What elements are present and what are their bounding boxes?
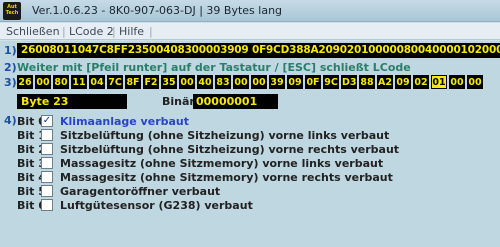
menu-item-lcode2[interactable]: LCode 2 [69, 25, 114, 38]
byte-cell[interactable]: 80 [53, 75, 69, 89]
byte-cell[interactable]: 35 [161, 75, 177, 89]
menu-item-schliessen[interactable]: Schließen [6, 25, 60, 38]
byte-cell[interactable]: 01 [431, 75, 447, 89]
binary-value: 00000001 [193, 94, 278, 109]
byte-cell[interactable]: 26 [17, 75, 33, 89]
title-bar: Aut Tech Ver.1.0.6.23 - 8K0-907-063-DJ |… [0, 0, 500, 22]
byte-cell[interactable]: 88 [359, 75, 375, 89]
bit-description: Massagesitz (ohne Sitzmemory) vorne link… [60, 157, 384, 170]
lcode-panel: 1) 26008011047C8FF23500408300003909 0F9C… [0, 41, 500, 247]
byte-cell[interactable]: D3 [341, 75, 357, 89]
step-number-3: 3) [4, 76, 17, 89]
byte-cell[interactable]: 7C [107, 75, 123, 89]
byte-cell[interactable]: 09 [395, 75, 411, 89]
coding-string-field[interactable]: 26008011047C8FF23500408300003909 0F9CD38… [17, 43, 500, 58]
byte-cell[interactable]: 9C [323, 75, 339, 89]
byte-cell[interactable]: 39 [269, 75, 285, 89]
bit-checkbox[interactable] [41, 199, 53, 211]
menu-separator: | [62, 25, 66, 38]
byte-cell[interactable]: 02 [413, 75, 429, 89]
byte-cell[interactable]: 00 [467, 75, 483, 89]
byte-cell[interactable]: F2 [143, 75, 159, 89]
byte-cell[interactable]: 40 [197, 75, 213, 89]
byte-cell[interactable]: 00 [35, 75, 51, 89]
byte-cell[interactable]: A2 [377, 75, 393, 89]
menu-separator: | [112, 25, 116, 38]
byte-cell[interactable]: 8F [125, 75, 141, 89]
bit-checkbox[interactable] [41, 143, 53, 155]
byte-cell[interactable]: 00 [233, 75, 249, 89]
bit-description: Sitzbelüftung (ohne Sitzheizung) vorne l… [60, 129, 390, 142]
bit-checkbox[interactable] [41, 185, 53, 197]
keyboard-hint: Weiter mit [Pfeil runter] auf der Tastat… [17, 61, 411, 74]
byte-cell[interactable]: 00 [179, 75, 195, 89]
bit-checkbox[interactable] [41, 157, 53, 169]
byte-cell[interactable]: 04 [89, 75, 105, 89]
selected-byte-label: Byte 23 [17, 94, 127, 109]
bit-description: Sitzbelüftung (ohne Sitzheizung) vorne r… [60, 143, 400, 156]
menu-item-hilfe[interactable]: Hilfe [119, 25, 144, 38]
byte-cell[interactable]: 0F [305, 75, 321, 89]
menu-bar: Schließen | LCode 2 | Hilfe | [0, 23, 500, 40]
byte-cell[interactable]: 00 [449, 75, 465, 89]
step-number-4: 4) [4, 114, 17, 127]
bit-description: Massagesitz (ohne Sitzmemory) vorne rech… [60, 171, 393, 184]
bit-description: Luftgütesensor (G238) verbaut [60, 199, 253, 212]
bit-checkbox[interactable] [41, 129, 53, 141]
bit-description: Klimaanlage verbaut [60, 115, 190, 128]
app-logo-icon: Aut Tech [3, 2, 21, 20]
step-number-1: 1) [4, 44, 17, 57]
menu-separator: | [149, 25, 153, 38]
bit-checkbox[interactable] [41, 171, 53, 183]
bit-description: Garagentoröffner verbaut [60, 185, 221, 198]
window-title: Ver.1.0.6.23 - 8K0-907-063-DJ | 39 Bytes… [32, 4, 283, 17]
byte-cell[interactable]: 83 [215, 75, 231, 89]
byte-cell[interactable]: 09 [287, 75, 303, 89]
bit-checkbox[interactable]: ✓ [41, 115, 53, 127]
byte-cell[interactable]: 00 [251, 75, 267, 89]
byte-cell[interactable]: 11 [71, 75, 87, 89]
step-number-2: 2) [4, 61, 17, 74]
